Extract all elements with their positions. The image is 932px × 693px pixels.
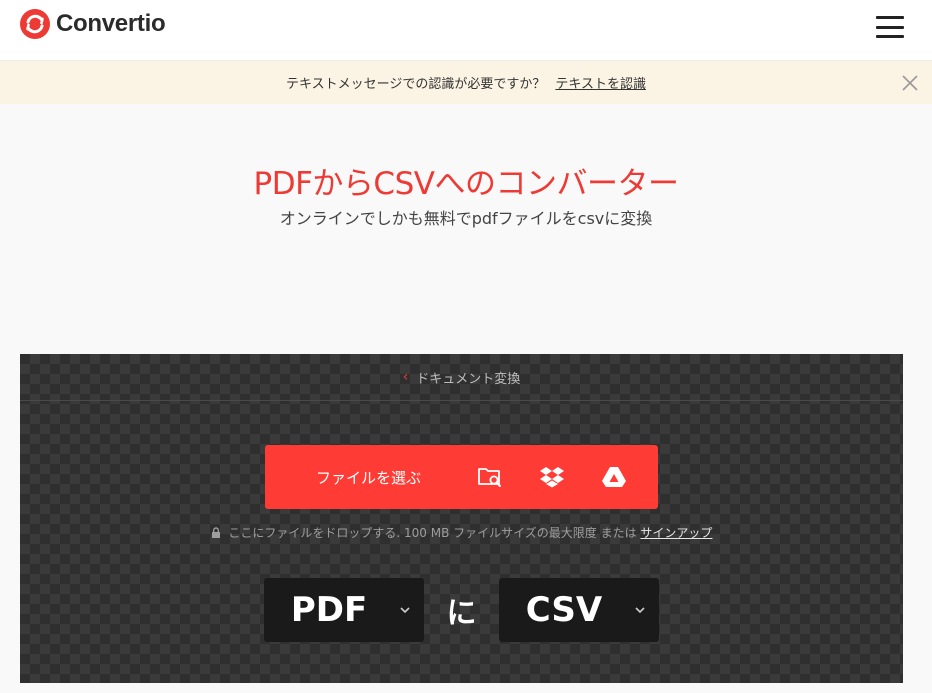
conversion-to-label: に [446, 596, 477, 631]
convertio-logo[interactable]: Convertio [20, 9, 166, 39]
target-format-select[interactable]: CSV [499, 578, 659, 642]
brand-name: Convertio [56, 10, 166, 37]
choose-file-button[interactable]: ファイルを選ぶ [265, 445, 472, 509]
close-icon[interactable] [900, 73, 920, 93]
page-subtitle: オンラインでしかも無料でpdfファイルをcsvに変換 [279, 209, 653, 228]
convertio-logo-icon [20, 9, 50, 39]
drop-hint-text: ここにファイルをドロップする. 100 MB ファイルサイズの最大限度 または [228, 526, 637, 540]
page-title: PDFからCSVへのコンバーター [253, 166, 679, 202]
hamburger-line [876, 35, 904, 38]
dropbox-icon-svg [540, 467, 564, 488]
lock-icon [211, 527, 220, 538]
signup-link[interactable]: サインアップ [640, 526, 712, 540]
chevron-down-icon [635, 607, 645, 614]
breadcrumb-label: ドキュメント変換 [416, 371, 521, 387]
notice-text: テキストメッセージでの認識が必要ですか？ [286, 77, 546, 92]
top-header: Convertio [0, 0, 932, 61]
folder-search-icon[interactable] [475, 462, 505, 492]
choose-file-group: ファイルを選ぶ [265, 445, 658, 509]
source-format-value: PDF [290, 590, 368, 630]
converter-panel: ‹ ドキュメント変換 ファイルを選ぶ ここにファイルをドロップする. 100 M… [20, 354, 903, 683]
hamburger-line [876, 25, 904, 29]
source-format-select[interactable]: PDF [264, 578, 424, 642]
hamburger-menu-icon[interactable] [876, 16, 904, 38]
chevron-down-icon [400, 607, 410, 614]
google-drive-icon-svg [602, 467, 626, 487]
google-drive-icon[interactable] [599, 462, 629, 492]
hamburger-line [876, 16, 904, 19]
dropbox-icon[interactable] [537, 462, 567, 492]
target-format-value: CSV [525, 590, 603, 630]
chevron-left-icon: ‹ [402, 369, 409, 385]
drop-hint: ここにファイルをドロップする. 100 MB ファイルサイズの最大限度 または … [20, 524, 903, 541]
breadcrumb-document-conversion[interactable]: ‹ ドキュメント変換 [20, 354, 903, 401]
ocr-link[interactable]: テキストを認識 [555, 73, 646, 92]
ocr-notice-bar: テキストメッセージでの認識が必要ですか？ テキストを認識 [0, 61, 932, 104]
folder-search-icon-svg [478, 468, 501, 487]
